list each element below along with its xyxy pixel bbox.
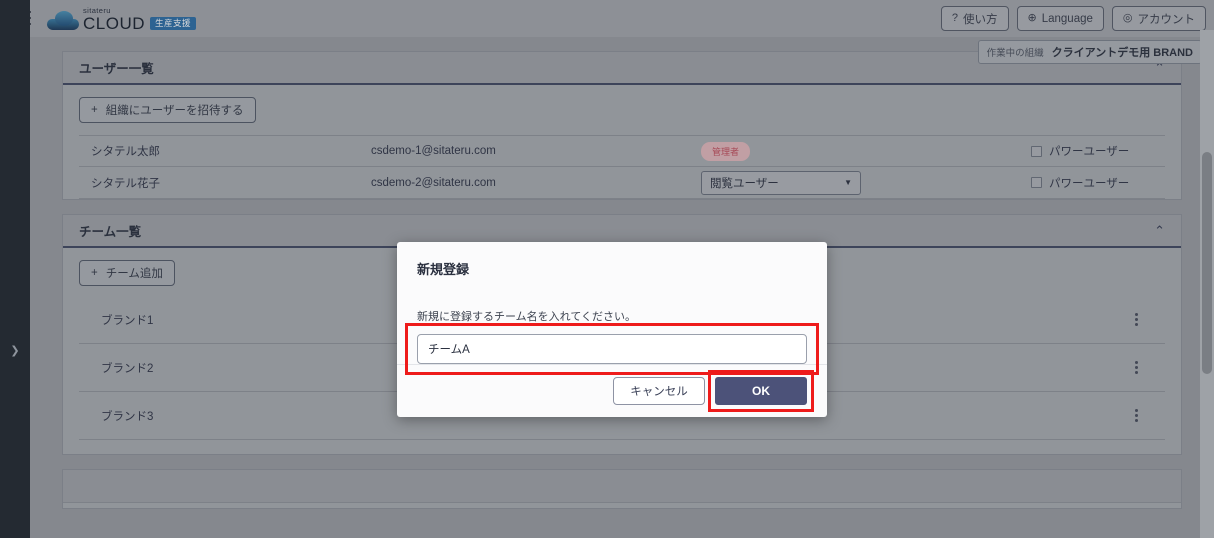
ok-button[interactable]: OK	[715, 376, 807, 405]
dialog-description: 新規に登録するチーム名を入れてください。	[417, 310, 637, 323]
dialog-footer: キャンセル OK	[397, 363, 827, 417]
new-team-dialog: 新規登録 新規に登録するチーム名を入れてください。 キャンセル OK	[397, 242, 827, 417]
team-name-field-wrap	[405, 322, 819, 375]
team-name-input[interactable]	[417, 333, 807, 364]
dialog-title: 新規登録	[417, 262, 470, 277]
cancel-button[interactable]: キャンセル	[613, 376, 705, 405]
ok-button-wrap: OK	[708, 369, 814, 412]
dialog-body: 新規に登録するチーム名を入れてください。	[397, 290, 827, 375]
